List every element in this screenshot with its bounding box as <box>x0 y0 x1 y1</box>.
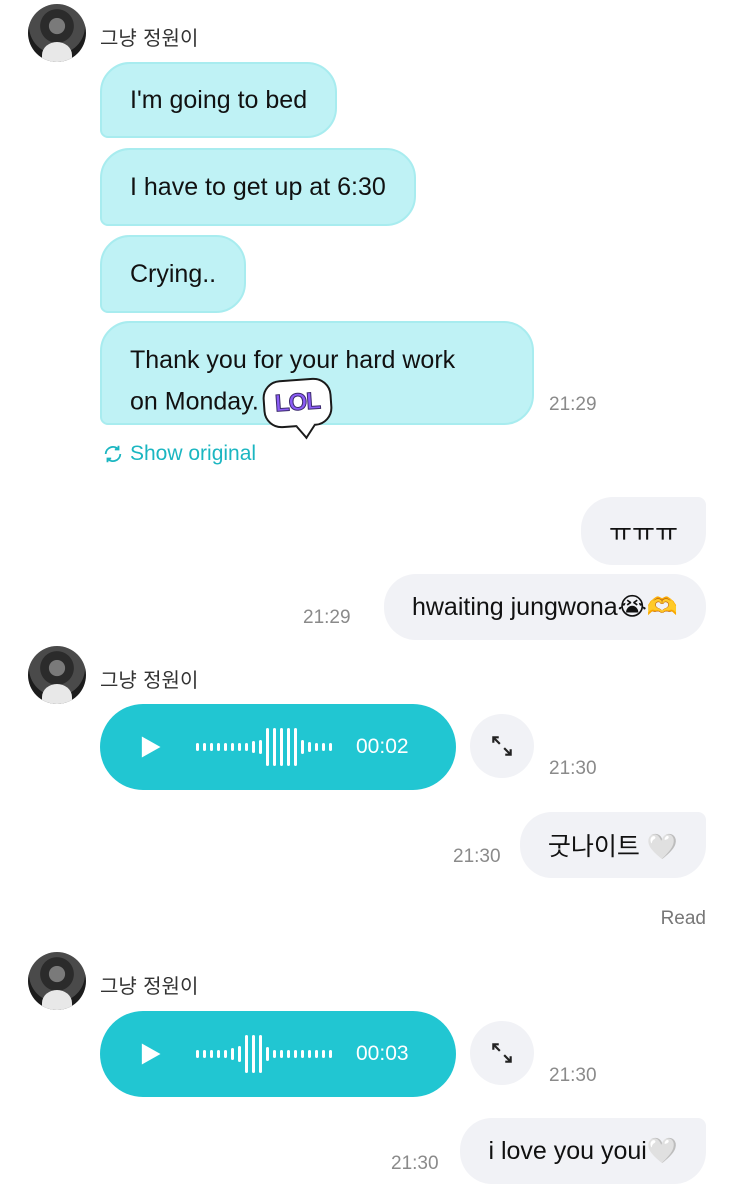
read-receipt: Read <box>660 908 706 929</box>
waveform-bar <box>259 740 262 754</box>
waveform <box>196 1032 332 1076</box>
waveform-bar <box>210 1050 213 1058</box>
waveform-bar <box>238 743 241 751</box>
waveform-bar <box>322 743 325 751</box>
waveform-bar <box>273 1050 276 1058</box>
waveform-bar <box>308 742 311 752</box>
waveform-bar <box>287 728 290 766</box>
waveform-bar <box>210 743 213 751</box>
waveform-bar <box>231 1048 234 1060</box>
waveform-bar <box>280 1050 283 1058</box>
timestamp: 21:30 <box>391 1153 439 1174</box>
show-original-label: Show original <box>130 442 257 465</box>
message-bubble-incoming[interactable]: I'm going to bed <box>100 62 338 138</box>
waveform-bar <box>196 1050 199 1058</box>
waveform-bar <box>224 1050 227 1058</box>
waveform-bar <box>203 1050 206 1058</box>
lol-sticker: LOL <box>261 376 334 430</box>
sender-name: 그냥 정원이 <box>100 26 199 50</box>
waveform-bar <box>259 1035 262 1073</box>
timestamp: 21:29 <box>549 394 597 415</box>
waveform-bar <box>329 743 332 751</box>
voice-message[interactable]: 00:02 <box>100 704 456 790</box>
voice-duration: 00:02 <box>356 735 409 758</box>
waveform-bar <box>238 1046 241 1062</box>
waveform-bar <box>329 1050 332 1058</box>
message-text: Thank you for your hard work <box>130 346 456 374</box>
message-bubble-outgoing[interactable]: hwaiting jungwona😭🫶 <box>383 574 706 640</box>
message-bubble-outgoing[interactable]: ㅠㅠㅠ <box>580 497 706 565</box>
waveform-bar <box>308 1050 311 1058</box>
voice-duration: 00:03 <box>356 1042 409 1065</box>
waveform-bar <box>294 1050 297 1058</box>
message-text-line2: on Monday. LOL <box>130 376 504 430</box>
waveform-bar <box>217 1050 220 1058</box>
timestamp: 21:29 <box>303 607 351 628</box>
waveform-bar <box>301 1050 304 1058</box>
waveform-bar <box>245 743 248 751</box>
avatar[interactable] <box>28 646 86 704</box>
play-icon[interactable] <box>136 733 164 761</box>
expand-button[interactable] <box>470 1021 534 1085</box>
message-text: i love you youi🤍 <box>488 1136 678 1165</box>
waveform-bar <box>203 743 206 751</box>
message-text: 굿나이트 🤍 <box>547 833 678 861</box>
show-original-button[interactable]: Show original <box>102 442 256 466</box>
waveform-bar <box>231 743 234 751</box>
message-text: ㅠㅠㅠ <box>608 519 678 547</box>
message-bubble-incoming[interactable]: Thank you for your hard work on Monday. L… <box>100 321 534 430</box>
waveform-bar <box>322 1050 325 1058</box>
waveform-bar <box>280 728 283 766</box>
waveform-bar <box>217 743 220 751</box>
message-bubble-incoming[interactable]: I have to get up at 6:30 <box>100 148 416 226</box>
waveform-bar <box>301 740 304 754</box>
translate-icon <box>104 445 122 463</box>
timestamp: 21:30 <box>549 758 597 779</box>
expand-button[interactable] <box>470 714 534 778</box>
play-icon[interactable] <box>136 1040 164 1068</box>
message-text: I'm going to bed <box>130 85 308 114</box>
waveform-bar <box>252 741 255 753</box>
avatar[interactable] <box>28 4 86 62</box>
message-bubble-outgoing[interactable]: i love you youi🤍 <box>460 1118 706 1184</box>
waveform-bar <box>315 743 318 751</box>
waveform-bar <box>266 728 269 766</box>
waveform-bar <box>294 728 297 766</box>
message-bubble-outgoing[interactable]: 굿나이트 🤍 <box>519 812 706 878</box>
waveform-bar <box>224 743 227 751</box>
waveform-bar <box>245 1035 248 1073</box>
message-text: Crying.. <box>130 259 217 288</box>
expand-icon <box>492 1043 512 1063</box>
waveform-bar <box>266 1047 269 1061</box>
timestamp: 21:30 <box>453 846 501 867</box>
message-text: hwaiting jungwona😭🫶 <box>411 593 678 621</box>
waveform-bar <box>273 728 276 766</box>
waveform-bar <box>287 1050 290 1058</box>
waveform <box>196 725 332 769</box>
message-bubble-incoming[interactable]: Crying.. <box>100 235 247 313</box>
voice-message[interactable]: 00:03 <box>100 1011 456 1097</box>
waveform-bar <box>196 743 199 751</box>
waveform-bar <box>315 1050 318 1058</box>
expand-icon <box>492 736 512 756</box>
timestamp: 21:30 <box>549 1065 597 1086</box>
waveform-bar <box>252 1035 255 1073</box>
sender-name: 그냥 정원이 <box>100 668 199 692</box>
message-text: I have to get up at 6:30 <box>130 172 386 201</box>
sender-name: 그냥 정원이 <box>100 974 199 998</box>
avatar[interactable] <box>28 952 86 1010</box>
